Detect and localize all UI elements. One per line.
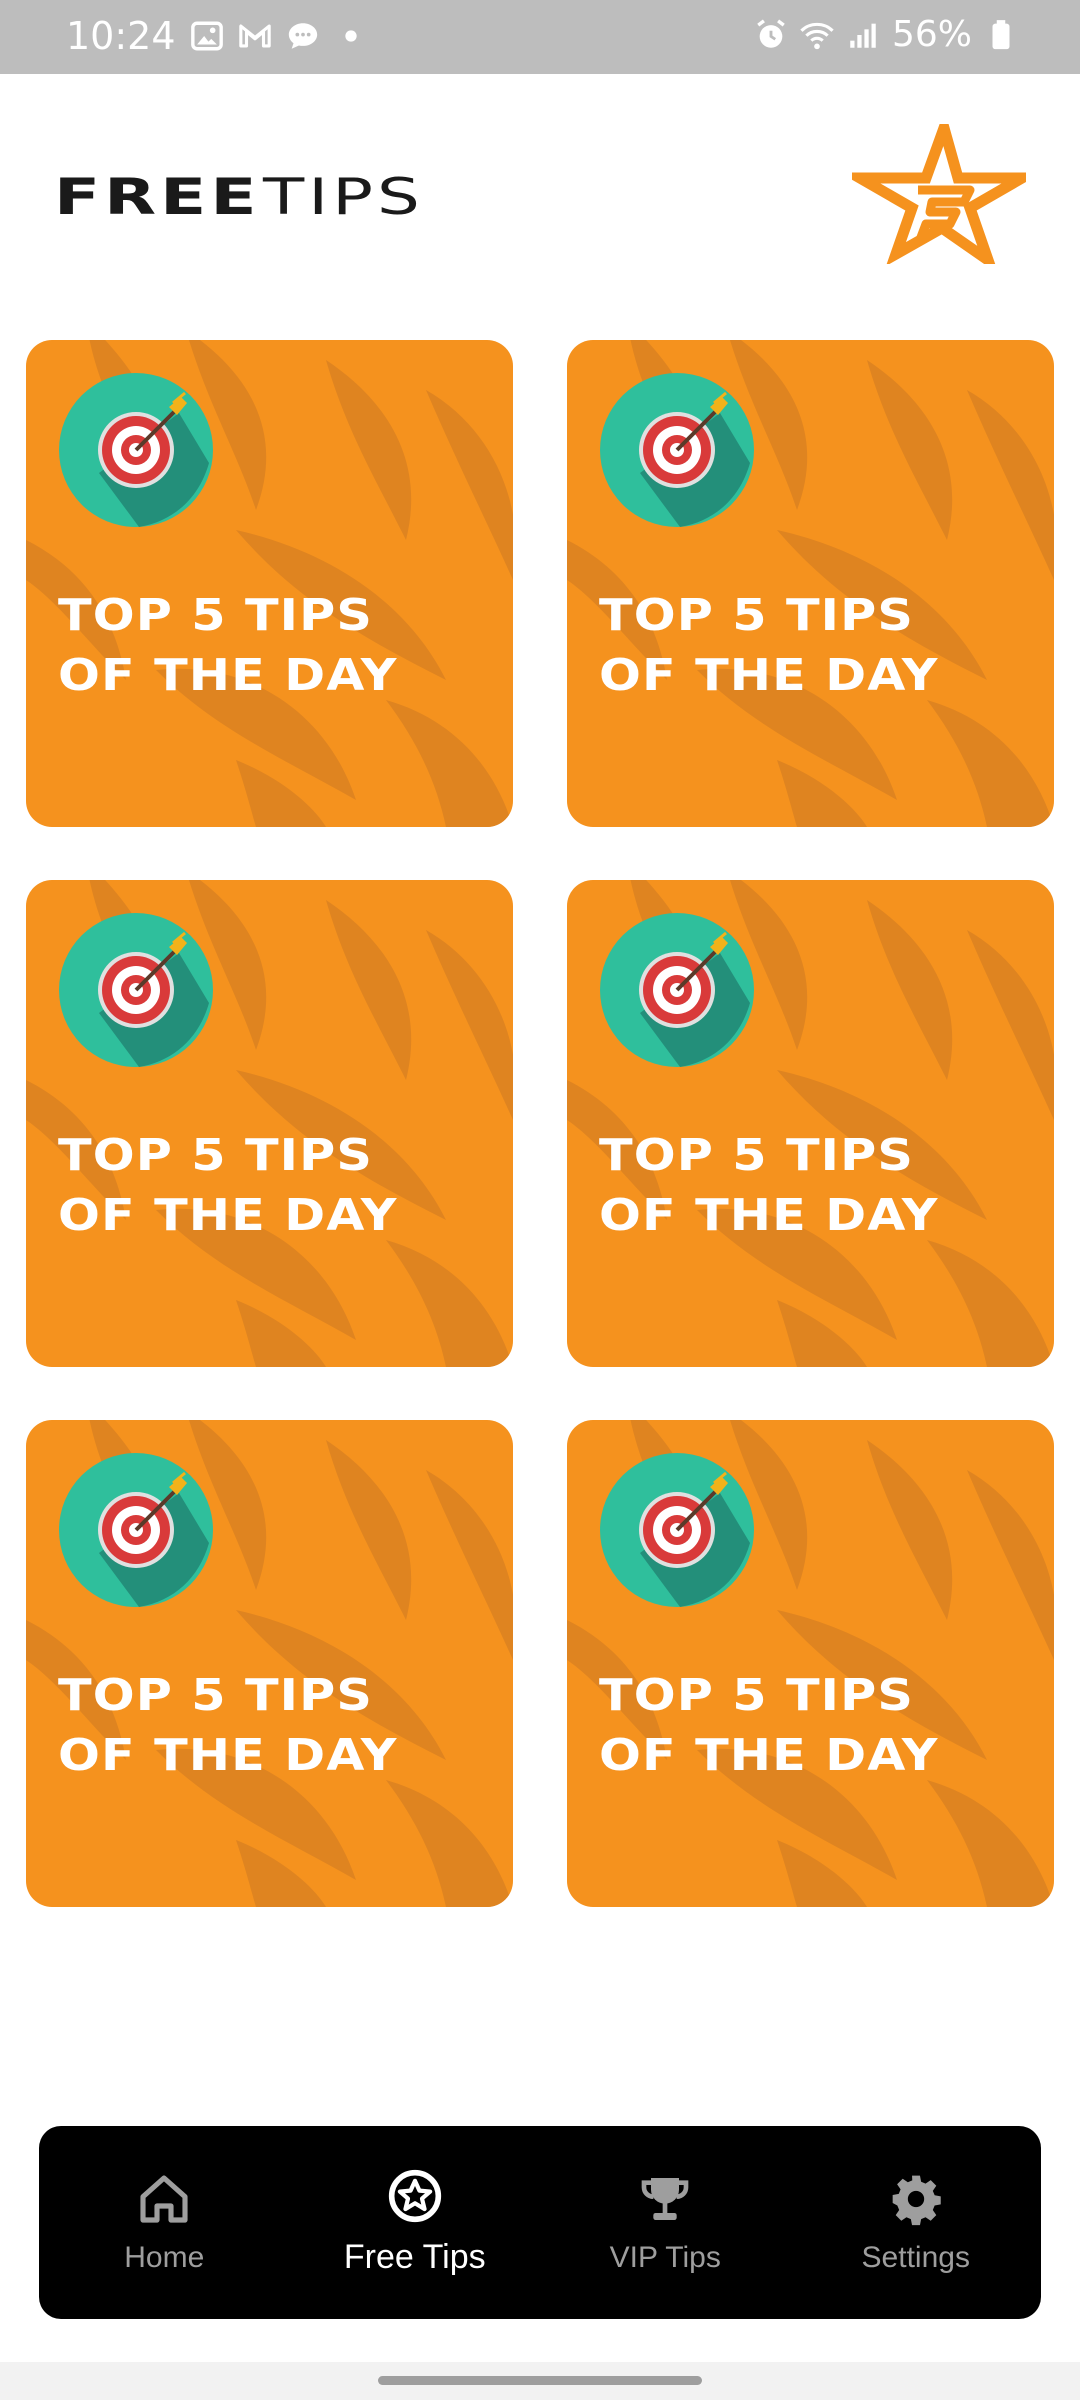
- card-title: TOP 5 TIPS OF THE DAY: [58, 1666, 513, 1786]
- card-title-line2: OF THE DAY: [599, 650, 939, 701]
- nav-item-free-tips[interactable]: Free Tips: [305, 2143, 525, 2303]
- page-title-light: TIPS: [262, 168, 424, 226]
- nav-item-vip-tips[interactable]: VIP Tips: [555, 2143, 775, 2303]
- tip-card[interactable]: TOP 5 TIPS OF THE DAY: [26, 340, 513, 827]
- card-title-line1: TOP 5 TIPS: [58, 1130, 373, 1181]
- nav-label-free-tips: Free Tips: [343, 2238, 486, 2276]
- tip-card[interactable]: TOP 5 TIPS OF THE DAY: [567, 880, 1054, 1367]
- gallery-icon: [190, 21, 223, 51]
- nav-item-home[interactable]: Home: [54, 2143, 274, 2303]
- tips-grid: TOP 5 TIPS OF THE DAY TOP 5 TIPS OF THE …: [26, 340, 1054, 1907]
- status-bar: 10:24 56%: [0, 0, 1080, 74]
- nav-label-settings: Settings: [861, 2240, 970, 2274]
- target-icon: [59, 913, 213, 1067]
- card-title: TOP 5 TIPS OF THE DAY: [58, 1126, 513, 1246]
- tip-card[interactable]: TOP 5 TIPS OF THE DAY: [26, 880, 513, 1367]
- card-title-line1: TOP 5 TIPS: [58, 1670, 373, 1721]
- card-title-line1: TOP 5 TIPS: [599, 1670, 914, 1721]
- wifi-icon: [800, 22, 834, 49]
- nav-label-vip-tips: VIP Tips: [609, 2240, 721, 2274]
- tip-card[interactable]: TOP 5 TIPS OF THE DAY: [26, 1420, 513, 1907]
- page-title-bold: FREE: [54, 168, 261, 226]
- card-title-line1: TOP 5 TIPS: [599, 590, 914, 641]
- star-circle-icon: [388, 2169, 441, 2223]
- card-title: TOP 5 TIPS OF THE DAY: [599, 1126, 1054, 1246]
- tip-card[interactable]: TOP 5 TIPS OF THE DAY: [567, 1420, 1054, 1907]
- nav-item-settings[interactable]: Settings: [806, 2143, 1026, 2303]
- status-time: 10:24: [66, 14, 176, 58]
- card-title: TOP 5 TIPS OF THE DAY: [58, 586, 513, 706]
- card-title-line2: OF THE DAY: [58, 650, 398, 701]
- home-icon: [140, 2174, 188, 2223]
- bottom-nav: Home Free Tips VIP Tips Settings: [39, 2126, 1041, 2319]
- target-icon: [600, 373, 754, 527]
- battery-percent: 56%: [891, 14, 972, 55]
- gmail-icon: [238, 24, 271, 48]
- star-logo-icon: [852, 124, 1026, 264]
- nav-label-home: Home: [124, 2240, 205, 2274]
- dot-icon: [344, 30, 357, 42]
- alarm-icon: [757, 18, 785, 48]
- card-title-line2: OF THE DAY: [599, 1190, 939, 1241]
- target-icon: [600, 913, 754, 1067]
- card-title: TOP 5 TIPS OF THE DAY: [599, 586, 1054, 706]
- gesture-bar[interactable]: [378, 2376, 702, 2385]
- chat-icon: [288, 23, 317, 49]
- gear-icon: [892, 2175, 941, 2225]
- card-title-line2: OF THE DAY: [58, 1730, 398, 1781]
- signal-icon: [850, 23, 876, 48]
- target-icon: [59, 373, 213, 527]
- page-title: FREETIPS: [54, 168, 420, 226]
- page-header: FREETIPS: [0, 74, 1080, 314]
- tip-card[interactable]: TOP 5 TIPS OF THE DAY: [567, 340, 1054, 827]
- card-title-line2: OF THE DAY: [58, 1190, 398, 1241]
- card-title: TOP 5 TIPS OF THE DAY: [599, 1666, 1054, 1786]
- card-title-line1: TOP 5 TIPS: [599, 1130, 914, 1181]
- card-title-line1: TOP 5 TIPS: [58, 590, 373, 641]
- target-icon: [600, 1453, 754, 1607]
- target-icon: [59, 1453, 213, 1607]
- battery-icon: [992, 19, 1010, 49]
- card-title-line2: OF THE DAY: [599, 1730, 939, 1781]
- trophy-icon: [641, 2177, 689, 2220]
- gesture-area: [0, 2362, 1080, 2400]
